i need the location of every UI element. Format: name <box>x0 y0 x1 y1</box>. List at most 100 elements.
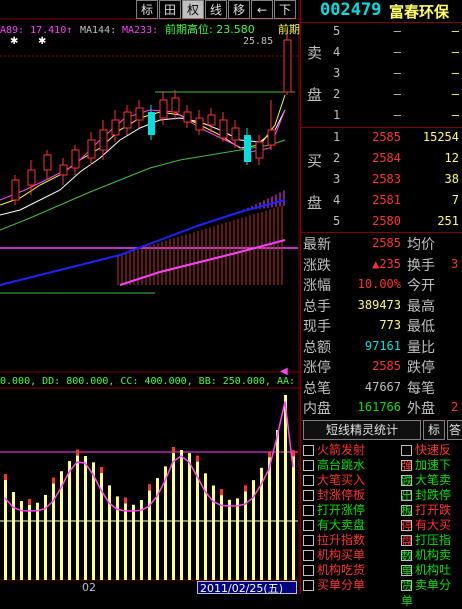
candle-body <box>171 97 180 113</box>
sell-row[interactable]: 5— — <box>301 24 462 45</box>
checkbox-icon[interactable] <box>401 565 412 576</box>
sprite-item[interactable]: 大笔卖出 <box>401 472 462 503</box>
sprite-item[interactable]: 大笔买入 <box>303 472 365 488</box>
indicator-bar <box>20 501 23 580</box>
checkbox-icon[interactable] <box>303 460 314 471</box>
sprite-item[interactable]: 买单分单 <box>303 577 365 593</box>
sell-row[interactable]: 2— — <box>301 87 462 108</box>
back-arrow-button[interactable]: ← <box>251 0 273 19</box>
checkbox-icon[interactable] <box>303 565 314 576</box>
indicator-bar-cap <box>100 467 103 474</box>
stock-header: 002479 富春环保 <box>301 0 462 22</box>
indicator-bar <box>36 502 39 580</box>
move-button[interactable]: 移 <box>228 0 250 19</box>
sprite-item[interactable]: 有大买盘 <box>401 517 462 548</box>
sprite-item[interactable]: 加速下跌 <box>401 457 462 488</box>
quote-label: 涨停 <box>303 360 331 376</box>
x-axis-tick: 02 <box>82 581 96 594</box>
indicator-bar <box>132 504 135 580</box>
sprite-item[interactable]: 打开跌停 <box>401 502 462 533</box>
checkbox-icon[interactable] <box>401 550 412 561</box>
indicator-bar <box>68 461 71 580</box>
sprite-item[interactable]: 高台跳水 <box>303 457 365 473</box>
rights-button[interactable]: 权 <box>182 0 204 19</box>
checkbox-icon[interactable] <box>401 460 412 471</box>
tab-answer[interactable]: 答 <box>447 420 462 440</box>
indicator-bar-cap <box>196 455 199 462</box>
sell-row[interactable]: 3— — <box>301 66 462 87</box>
indicator-bar <box>220 495 223 580</box>
indicator-bar-cap <box>172 447 175 454</box>
buy-row[interactable]: 2 2584 12 <box>301 151 462 172</box>
checkbox-icon[interactable] <box>401 520 412 531</box>
mark-button[interactable]: 标 <box>136 0 158 19</box>
checkbox-icon[interactable] <box>303 535 314 546</box>
checkbox-icon[interactable] <box>401 490 412 501</box>
checkbox-icon[interactable] <box>401 505 412 516</box>
sprite-item[interactable]: 机构吐货 <box>401 562 462 593</box>
stock-code[interactable]: 002479 <box>320 0 381 20</box>
sprite-item[interactable]: 打压指数 <box>401 532 462 563</box>
indicator-bar <box>28 504 31 580</box>
quote-label: 总笔 <box>303 380 331 397</box>
next-button[interactable]: 下 <box>274 0 296 19</box>
candle-body <box>183 111 192 123</box>
peak-price-label: 25.85 <box>243 36 273 47</box>
sprite-item[interactable]: 机构买单 <box>303 547 365 563</box>
checkbox-icon[interactable] <box>303 520 314 531</box>
candle-body <box>219 119 228 139</box>
indicator-bar <box>108 485 111 580</box>
checkbox-icon[interactable] <box>401 580 412 591</box>
indicator-bar <box>92 462 95 580</box>
quote-label-2: 跌停 <box>407 360 435 376</box>
candle-body <box>11 179 20 201</box>
checkbox-icon[interactable] <box>401 445 412 456</box>
quote-label: 总手 <box>303 298 331 315</box>
quote-label: 现手 <box>303 319 331 335</box>
quote-row: 总手 389473 最高 <box>301 296 462 318</box>
sell-row[interactable]: 1— — <box>301 108 462 129</box>
sprite-item[interactable]: 拉升指数 <box>303 532 365 548</box>
tab-mark[interactable]: 标 <box>423 420 445 440</box>
indicator-bar <box>76 455 79 580</box>
checkbox-icon[interactable] <box>303 475 314 486</box>
checkbox-icon[interactable] <box>401 535 412 546</box>
checkbox-icon[interactable] <box>401 475 412 486</box>
sprite-item[interactable]: 封涨停板 <box>303 487 365 503</box>
buy-row[interactable]: 4 2581 7 <box>301 193 462 214</box>
sprite-item[interactable]: 有大卖盘 <box>303 517 365 533</box>
stock-name[interactable]: 富春环保 <box>389 1 449 22</box>
sprite-item-label: 拉升指数 <box>317 533 366 547</box>
sprite-item[interactable]: 快速反弹 <box>401 442 462 473</box>
buy-row[interactable]: 1 2585 15254 <box>301 130 462 151</box>
sell-row[interactable]: 4— — <box>301 45 462 66</box>
indicator-bar <box>4 480 7 580</box>
sprite-item-label: 高台跳水 <box>317 458 366 472</box>
checkbox-icon[interactable] <box>303 445 314 456</box>
candle-body <box>111 119 120 136</box>
checkbox-icon[interactable] <box>303 580 314 591</box>
quote-value: 2585 <box>372 359 401 373</box>
checkbox-icon[interactable] <box>303 490 314 501</box>
grid-button[interactable]: 田 <box>159 0 181 19</box>
sprite-item[interactable]: 火箭发射 <box>303 442 365 458</box>
tab-sprite-stats[interactable]: 短线精灵统计 <box>303 420 421 440</box>
sprite-item[interactable]: 机构吃货 <box>303 562 365 578</box>
candle-body <box>135 107 144 121</box>
indicator-bar <box>84 456 87 580</box>
candle-body <box>43 154 52 171</box>
sprite-item[interactable]: 机构卖单 <box>401 547 462 578</box>
sprite-item[interactable]: 封跌停板 <box>401 487 462 518</box>
buy-row[interactable]: 3 2583 38 <box>301 172 462 193</box>
sprite-item[interactable]: 打开涨停 <box>303 502 365 518</box>
checkbox-icon[interactable] <box>303 505 314 516</box>
line-button[interactable]: 线 <box>205 0 227 19</box>
sprite-item[interactable]: 卖单分单 <box>401 577 462 608</box>
candle-body <box>87 139 96 159</box>
checkbox-icon[interactable] <box>303 550 314 561</box>
quote-row: 涨幅 10.00% 今开 <box>301 275 462 297</box>
indicator-bar-cap <box>268 451 271 458</box>
indicator-bar <box>140 499 143 580</box>
candle-body <box>159 99 168 119</box>
kline-chart-area[interactable]: A89: 17.410↑ MA144: MA233: 前期高位: 23.580 … <box>0 0 300 594</box>
